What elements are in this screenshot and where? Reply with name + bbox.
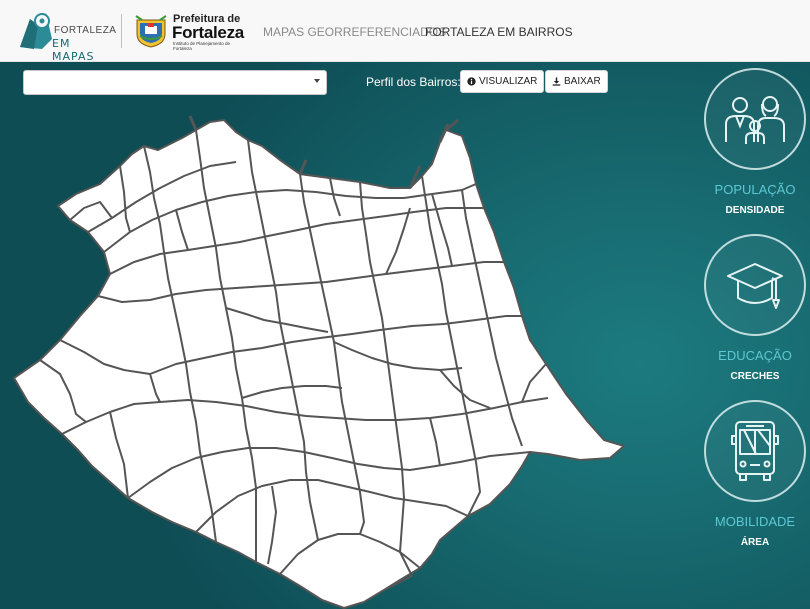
theme-mobilidade-button[interactable] (706, 402, 804, 500)
neighborhood-map[interactable] (0, 102, 640, 609)
theme-educacao-title: EDUCAÇÃO (718, 348, 792, 363)
graduation-cap-icon (727, 263, 783, 309)
visualizar-label: VISUALIZAR (479, 76, 538, 87)
download-icon (552, 77, 561, 86)
main-map-area: Perfil dos Bairros: VISUALIZAR BAIXAR PO… (0, 62, 810, 609)
baixar-label: BAIXAR (564, 76, 601, 87)
prefeitura-sub: Instituto de Planejamento de Fortaleza (173, 41, 231, 51)
visualizar-button[interactable]: VISUALIZAR (460, 70, 545, 93)
theme-populacao-button[interactable] (706, 70, 804, 168)
brand-line1: FORTALEZA (54, 25, 117, 36)
people-icon (725, 96, 785, 144)
bus-icon (731, 421, 779, 481)
bairro-select[interactable] (23, 70, 327, 95)
perfil-label: Perfil dos Bairros: (366, 75, 461, 89)
theme-educacao-button[interactable] (706, 236, 804, 334)
top-navbar: FORTALEZA EM MAPAS Prefeitura de Fortale… (0, 0, 810, 63)
theme-mobilidade-subtitle: ÁREA (740, 537, 770, 548)
theme-mobilidade-title: MOBILIDADE (714, 514, 796, 529)
theme-populacao-subtitle: DENSIDADE (725, 205, 785, 216)
fortaleza-em-mapas-logo[interactable]: FORTALEZA EM MAPAS (16, 9, 117, 63)
prefeitura-name: Fortaleza (172, 23, 244, 42)
nav-fortaleza-em-bairros[interactable]: FORTALEZA EM BAIRROS (425, 25, 573, 39)
brand-line2: EM MAPAS (52, 37, 95, 63)
nav-mapas-georreferenciados[interactable]: MAPAS GEORREFERENCIADOS (263, 25, 446, 39)
theme-populacao-title: POPULAÇÃO (714, 182, 796, 197)
map-pin-logo-icon (20, 13, 52, 49)
info-icon (467, 77, 476, 86)
baixar-button[interactable]: BAIXAR (545, 70, 608, 93)
theme-educacao-subtitle: CRECHES (730, 371, 780, 382)
header-divider (121, 14, 122, 48)
city-crest-icon (135, 15, 167, 48)
prefeitura-logo[interactable]: Prefeitura de Fortaleza Instituto de Pla… (131, 10, 251, 52)
chevron-down-icon (314, 79, 320, 83)
